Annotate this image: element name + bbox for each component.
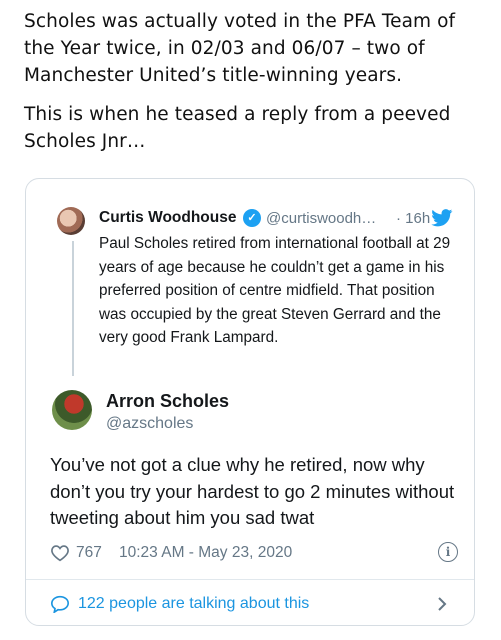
comment-bubble-icon (50, 595, 70, 613)
tweet-timestamp[interactable]: 10:23 AM - May 23, 2020 (119, 544, 292, 562)
avatar[interactable] (52, 390, 92, 430)
quoted-tweet-text: Paul Scholes retired from international … (99, 235, 451, 346)
like-count[interactable]: 767 (76, 544, 102, 562)
quoted-author-name[interactable]: Curtis Woodhouse (99, 209, 237, 227)
divider (26, 579, 474, 580)
quoted-tweet-time[interactable]: · 16h (396, 210, 430, 227)
quoted-author-handle[interactable]: @curtiswoodh… (266, 210, 376, 227)
info-icon[interactable]: i (438, 542, 458, 562)
conversation-label: 122 people are talking about this (78, 595, 310, 612)
tweet-text: You’ve not got a clue why he retired, no… (50, 454, 455, 528)
author-name[interactable]: Arron Scholes (106, 391, 229, 412)
twitter-bird-icon[interactable] (431, 209, 453, 227)
author-handle[interactable]: @azscholes (106, 415, 193, 433)
verified-badge-icon: ✓ (243, 209, 261, 227)
chevron-right-icon[interactable] (436, 596, 448, 612)
article-paragraph: Scholes was actually voted in the PFA Te… (24, 11, 456, 86)
embedded-tweet[interactable]: Curtis Woodhouse ✓ @curtiswoodh… · 16h P… (25, 178, 475, 626)
conversation-link[interactable]: 122 people are talking about this (50, 593, 450, 617)
tweet-meta: 767 10:23 AM - May 23, 2020 i (50, 542, 458, 566)
article-paragraph: This is when he teased a reply from a pe… (24, 104, 451, 152)
avatar[interactable] (57, 207, 85, 235)
thread-line (72, 241, 74, 376)
heart-icon[interactable] (50, 544, 70, 562)
